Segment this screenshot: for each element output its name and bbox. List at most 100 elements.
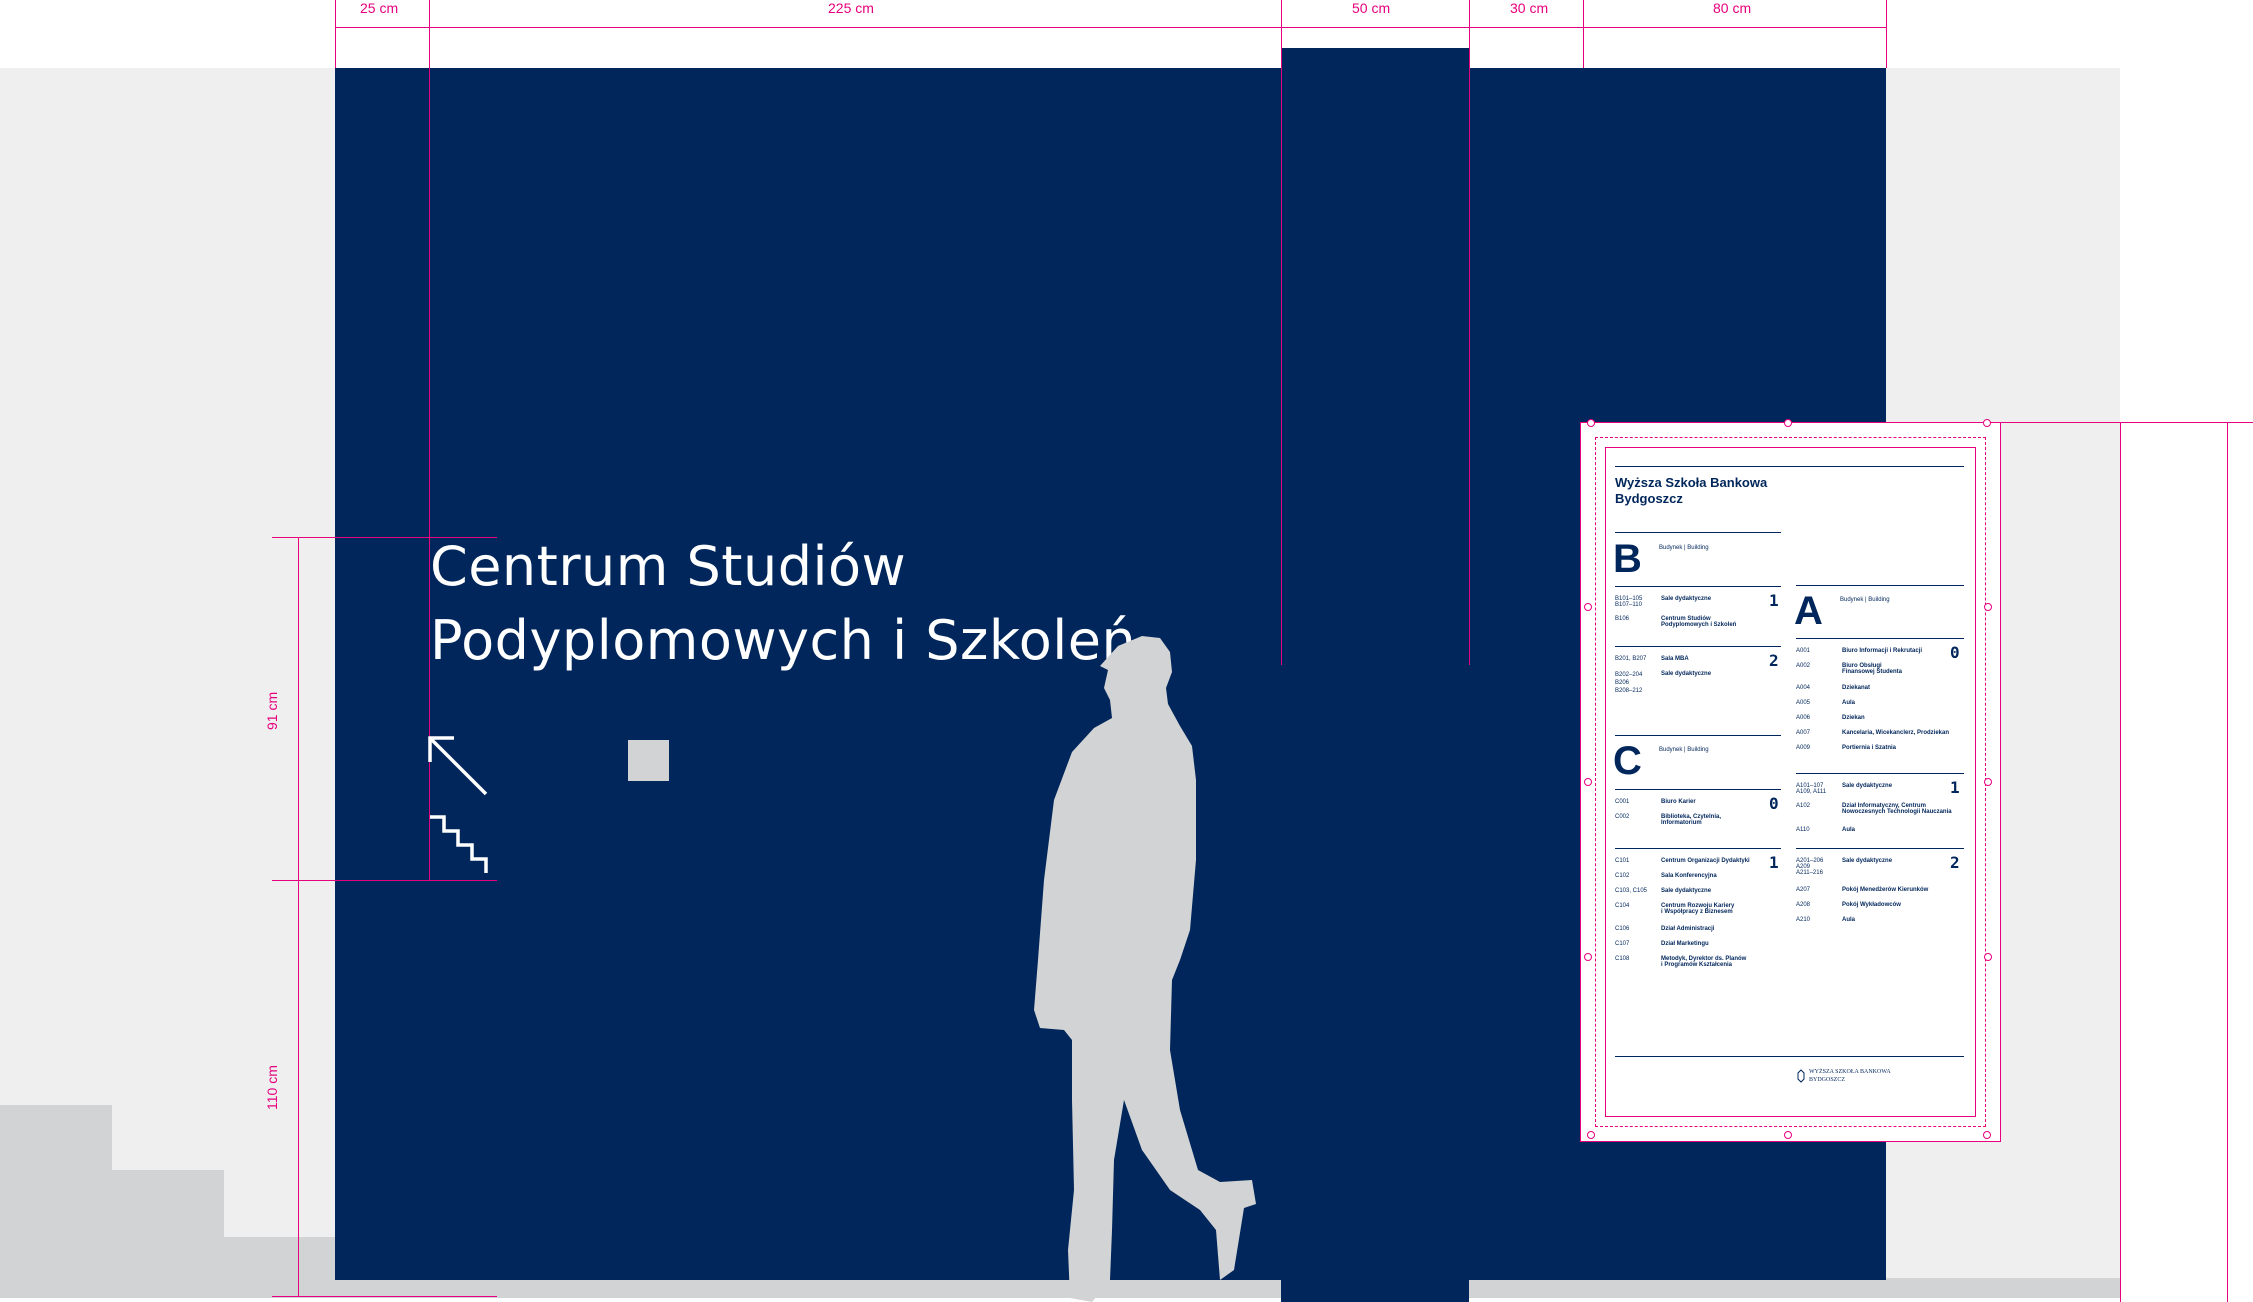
room-code: A201–206 A209 A211–216	[1796, 858, 1824, 876]
floor-rule	[1796, 638, 1964, 639]
building-a-label: Budynek | Building	[1840, 597, 1890, 603]
dimension-tick	[272, 880, 497, 881]
room-name: Pokój Menedżerów Kierunków	[1842, 887, 1929, 893]
floor-rule	[1796, 848, 1964, 849]
room-name: Sale dydaktyczne	[1661, 888, 1712, 894]
top-dimension-line	[335, 27, 1886, 28]
room-name: Dziekan	[1842, 715, 1865, 721]
building-c-letter: C	[1613, 739, 1642, 783]
room-name: Metodyk, Dyrektor ds. Planów i Programów…	[1661, 956, 1747, 968]
board-dimension-line	[1999, 422, 2253, 423]
room-code: C002	[1615, 814, 1630, 820]
room-name: Sale dydaktyczne	[1842, 783, 1893, 789]
room-name: Sale dydaktyczne	[1842, 858, 1893, 864]
dimension-label-91: 91 cm	[264, 691, 280, 730]
mount-marker	[1584, 953, 1592, 961]
room-name: Biuro Informacji i Rekrutacji	[1842, 648, 1923, 654]
room-code: A208	[1796, 902, 1811, 908]
room-name: Centrum Studiów Podyplomowych i Szkoleń	[1661, 616, 1737, 628]
pillar-panel	[1281, 48, 1469, 1302]
mount-marker	[1984, 603, 1992, 611]
mount-marker	[1983, 1131, 1991, 1139]
mount-marker	[1587, 1131, 1595, 1139]
room-code: A210	[1796, 917, 1811, 923]
board-dimension-tick	[2120, 422, 2121, 1302]
mount-marker	[1584, 778, 1592, 786]
floor-rule	[1615, 586, 1781, 587]
dimension-tick	[1469, 0, 1470, 665]
room-name: Kancelaria, Wicekanclerz, Prodziekan	[1842, 730, 1949, 736]
floor-number: 2	[1769, 651, 1779, 670]
section-rule	[1796, 585, 1964, 586]
directory-board: Wyższa Szkoła Bankowa Bydgoszcz B Budyne…	[1580, 419, 2001, 1142]
room-code: C108	[1615, 956, 1630, 962]
dimension-label-30: 30 cm	[1510, 0, 1549, 16]
room-name: Aula	[1842, 917, 1856, 923]
room-code: C106	[1615, 926, 1630, 932]
room-name: Pokój Wykładowców	[1842, 902, 1901, 908]
room-name: Biuro Obsługi Finansowej Studenta	[1842, 663, 1903, 675]
section-rule	[1615, 532, 1781, 533]
room-name: Portiernia i Szatnia	[1842, 745, 1897, 751]
room-name: Biuro Karier	[1661, 799, 1696, 805]
floor-number: 1	[1769, 591, 1779, 610]
room-code: A101–107 A109, A111	[1796, 783, 1827, 795]
footer-rule	[1615, 1056, 1964, 1057]
mount-marker	[1984, 778, 1992, 786]
mount-marker	[1983, 419, 1991, 427]
room-name: Aula	[1842, 700, 1856, 706]
mount-marker	[1584, 603, 1592, 611]
dimension-label-110: 110 cm	[264, 1065, 280, 1110]
footer-logo-line2: BYDGOSZCZ	[1809, 1077, 1846, 1083]
room-name: Dział Marketingu	[1661, 941, 1709, 947]
dimension-label-80: 80 cm	[1713, 0, 1752, 16]
mount-marker	[1587, 419, 1595, 427]
room-name: Biblioteka, Czytelnia, Informatorium	[1661, 814, 1722, 826]
room-code: B202–204 B206 B208–212	[1615, 672, 1643, 694]
mount-marker	[1784, 1131, 1792, 1139]
board-title-line1: Wyższa Szkoła Bankowa	[1615, 475, 1768, 490]
dimension-tick	[1583, 0, 1584, 68]
dimension-tick	[335, 0, 336, 68]
building-b-label: Budynek | Building	[1659, 545, 1709, 551]
university-logo-icon	[1797, 1069, 1805, 1083]
board-dimension-tick	[2227, 422, 2228, 1302]
dimension-tick	[1281, 0, 1282, 665]
room-code: C103, C105	[1615, 888, 1648, 894]
room-code: A001	[1796, 648, 1811, 654]
room-name: Centrum Organizacji Dydaktyki	[1661, 858, 1750, 864]
dimension-label-50: 50 cm	[1352, 0, 1391, 16]
section-rule	[1615, 735, 1781, 736]
room-code: B201, B207	[1615, 656, 1647, 662]
floor-rule	[1615, 848, 1781, 849]
room-name: Centrum Rozwoju Kariery i Współpracy z B…	[1661, 903, 1735, 915]
dimension-label-225: 225 cm	[828, 0, 874, 16]
room-code: B106	[1615, 616, 1630, 622]
staircase	[0, 1105, 112, 1280]
room-code: C104	[1615, 903, 1630, 909]
arrow-up-left-icon	[428, 736, 488, 796]
room-code: C107	[1615, 941, 1630, 947]
room-code: C102	[1615, 873, 1630, 879]
room-code: C001	[1615, 799, 1630, 805]
room-name: Aula	[1842, 827, 1856, 833]
room-name: Sale dydaktyczne	[1661, 596, 1712, 602]
floor-number: 1	[1950, 778, 1960, 797]
staircase-step	[112, 1170, 224, 1280]
human-silhouette	[1034, 636, 1256, 1302]
room-name: Dział Informatyczny, Centrum Nowoczesnyc…	[1842, 803, 1952, 815]
room-name: Sale dydaktyczne	[1661, 671, 1712, 677]
building-c-label: Budynek | Building	[1659, 747, 1709, 753]
staircase-step	[224, 1237, 336, 1280]
room-name: Dział Administracji	[1661, 926, 1715, 932]
room-code: A006	[1796, 715, 1811, 721]
room-code: A005	[1796, 700, 1811, 706]
header-rule	[1615, 466, 1964, 467]
building-a-letter: A	[1794, 589, 1823, 633]
building-b-letter: B	[1613, 537, 1642, 581]
room-code: A207	[1796, 887, 1811, 893]
square-icon	[628, 740, 669, 781]
floor-number: 2	[1950, 853, 1960, 872]
room-code: B101–105 B107–110	[1615, 596, 1643, 608]
floor-rule	[1796, 773, 1964, 774]
